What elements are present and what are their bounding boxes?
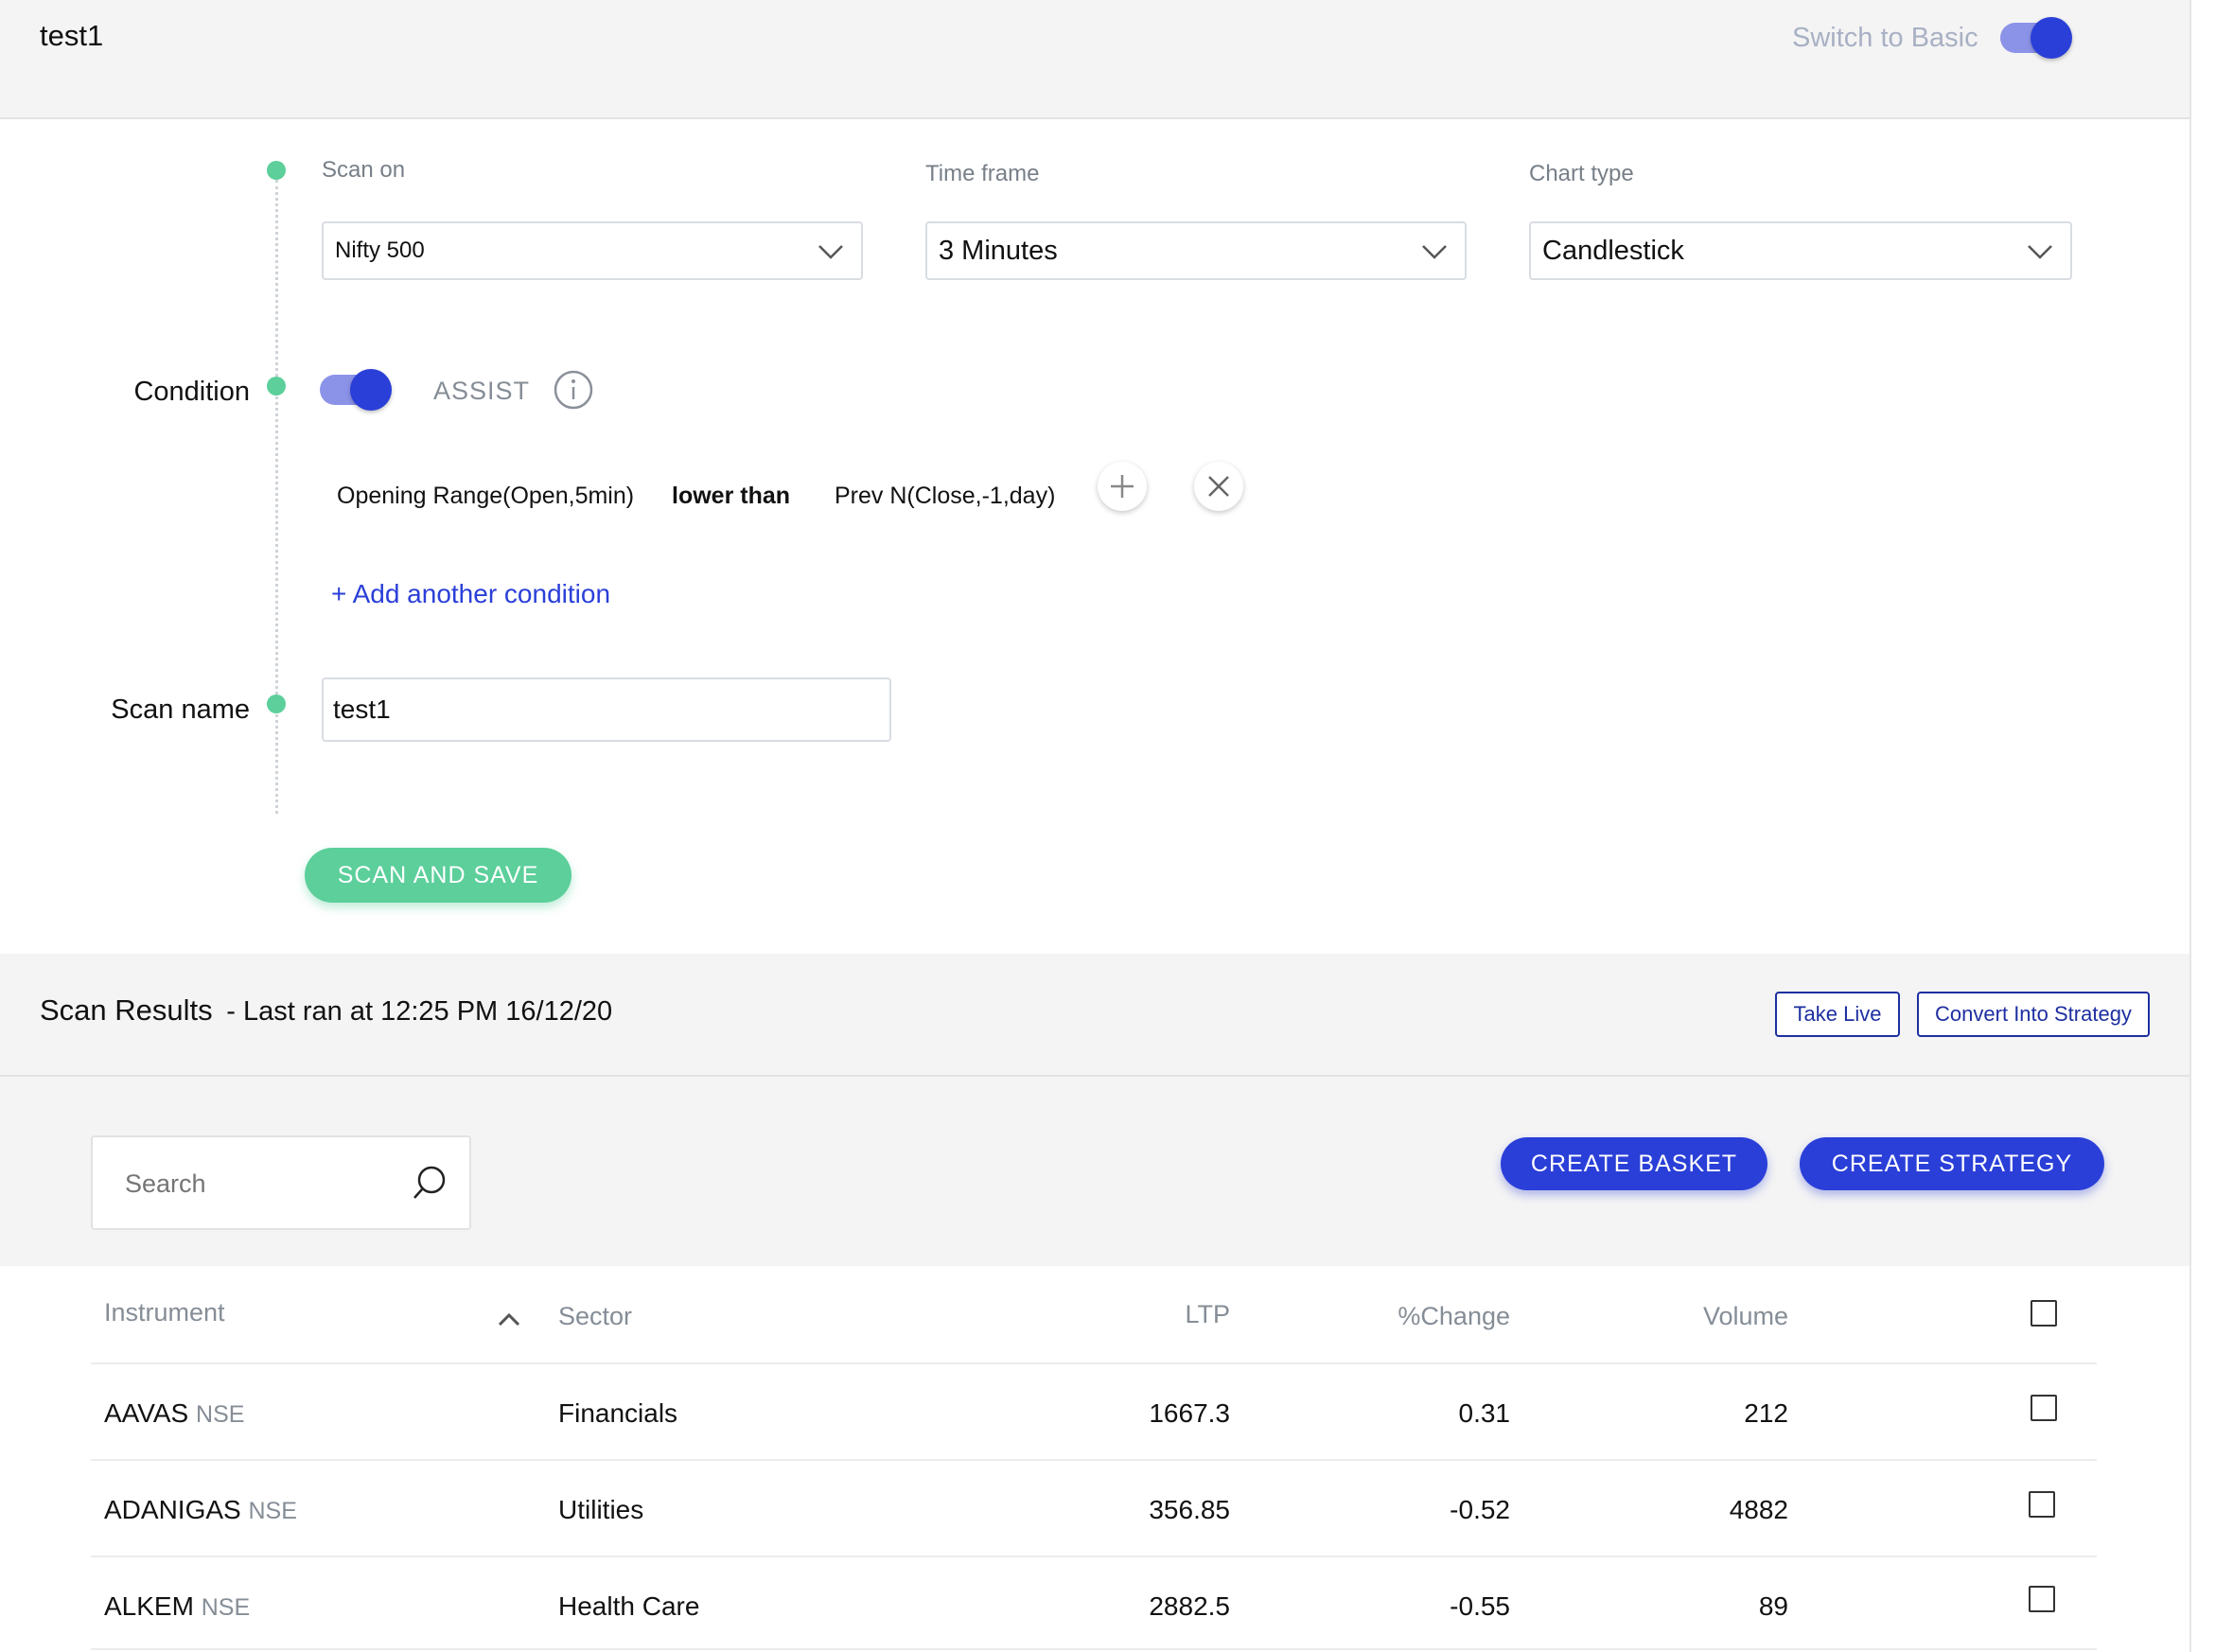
scan-results-title-text: Scan Results — [40, 993, 213, 1027]
remove-condition-button[interactable] — [1194, 462, 1243, 511]
instrument-exchange: NSE — [201, 1594, 251, 1621]
toggle-knob — [2031, 17, 2072, 59]
plus-icon — [1111, 475, 1134, 498]
column-header-ltp[interactable]: LTP — [1041, 1300, 1230, 1329]
condition-operator[interactable]: lower than — [672, 483, 790, 510]
assist-toggle[interactable] — [320, 369, 392, 411]
condition-label: Condition — [133, 377, 250, 407]
condition-left-operand[interactable]: Opening Range(Open,5min) — [337, 483, 634, 510]
table-row-instrument[interactable]: AAVAS NSE — [104, 1398, 244, 1429]
results-toolbar: CREATE BASKET CREATE STRATEGY — [0, 1077, 2189, 1266]
table-cell-change: -0.52 — [1450, 1495, 1510, 1524]
time-frame-label: Time frame — [925, 161, 1040, 186]
instrument-symbol: ADANIGAS — [104, 1495, 241, 1524]
column-header-volume[interactable]: Volume — [1599, 1302, 1788, 1331]
condition-right-operand[interactable]: Prev N(Close,-1,day) — [835, 483, 1055, 510]
row-divider — [91, 1459, 2097, 1461]
table-cell-change: 0.31 — [1458, 1398, 1511, 1428]
scan-name-input[interactable] — [322, 677, 891, 742]
add-another-condition-link[interactable]: + Add another condition — [331, 579, 610, 609]
toggle-knob — [350, 369, 392, 411]
table-cell-volume: 89 — [1758, 1591, 1788, 1621]
take-live-button[interactable]: Take Live — [1775, 992, 1900, 1037]
assist-label: ASSIST — [433, 377, 531, 405]
scan-on-label: Scan on — [322, 157, 406, 183]
last-ran-text: - Last ran at 12:25 PM 16/12/20 — [226, 996, 613, 1027]
search-icon[interactable] — [411, 1164, 448, 1202]
timeline-dot-condition — [267, 377, 286, 395]
row-checkbox[interactable] — [2029, 1491, 2055, 1518]
row-divider — [91, 1362, 2097, 1364]
scan-on-value: Nifty 500 — [335, 237, 425, 263]
page-header: test1 Switch to Basic — [0, 0, 2189, 119]
table-cell-ltp: 1667.3 — [1149, 1398, 1230, 1428]
chart-type-select[interactable]: Candlestick — [1529, 221, 2072, 280]
instrument-exchange: NSE — [248, 1498, 297, 1524]
table-cell-sector: Health Care — [558, 1591, 700, 1621]
search-box[interactable] — [91, 1135, 471, 1230]
table-cell-change: -0.55 — [1450, 1591, 1510, 1621]
column-header-instrument[interactable]: Instrument — [104, 1298, 225, 1327]
search-input[interactable] — [123, 1166, 411, 1202]
column-header-sector[interactable]: Sector — [558, 1302, 632, 1331]
close-icon — [1208, 476, 1229, 497]
column-header-change[interactable]: %Change — [1321, 1302, 1510, 1331]
time-frame-value: 3 Minutes — [939, 236, 1058, 266]
create-basket-button[interactable]: CREATE BASKET — [1501, 1137, 1767, 1190]
row-divider — [91, 1555, 2097, 1557]
scan-results-title: Scan Results - Last ran at 12:25 PM 16/1… — [40, 993, 612, 1028]
table-cell-sector: Financials — [558, 1398, 678, 1428]
page-title: test1 — [40, 19, 104, 52]
table-cell-volume: 4882 — [1729, 1495, 1788, 1524]
chevron-down-icon — [2028, 245, 2052, 259]
scan-and-save-button[interactable]: SCAN AND SAVE — [305, 848, 571, 903]
row-checkbox[interactable] — [2031, 1395, 2057, 1421]
time-frame-select[interactable]: 3 Minutes — [925, 221, 1467, 280]
instrument-exchange: NSE — [196, 1401, 245, 1428]
table-cell-sector: Utilities — [558, 1495, 644, 1524]
scan-on-select[interactable]: Nifty 500 — [322, 221, 863, 280]
create-strategy-button[interactable]: CREATE STRATEGY — [1800, 1137, 2104, 1190]
table-cell-ltp: 356.85 — [1149, 1495, 1230, 1524]
table-cell-volume: 212 — [1744, 1398, 1788, 1428]
switch-to-basic-toggle[interactable] — [2000, 17, 2072, 59]
table-row-instrument[interactable]: ALKEM NSE — [104, 1591, 250, 1622]
add-sub-condition-button[interactable] — [1098, 462, 1147, 511]
row-divider — [91, 1648, 2097, 1650]
chevron-down-icon — [1422, 245, 1447, 259]
chevron-down-icon — [818, 245, 843, 259]
table-row-instrument[interactable]: ADANIGAS NSE — [104, 1495, 297, 1525]
chart-type-label: Chart type — [1529, 161, 1634, 186]
timeline-dot-scan-on — [267, 161, 286, 180]
scan-name-label: Scan name — [111, 694, 250, 725]
table-cell-ltp: 2882.5 — [1149, 1591, 1230, 1621]
timeline-line — [275, 180, 278, 814]
select-all-checkbox[interactable] — [2031, 1300, 2057, 1327]
instrument-symbol: AAVAS — [104, 1398, 189, 1428]
chart-type-value: Candlestick — [1542, 236, 1684, 266]
chevron-up-icon[interactable] — [494, 1304, 524, 1334]
convert-into-strategy-button[interactable]: Convert Into Strategy — [1917, 992, 2150, 1037]
instrument-symbol: ALKEM — [104, 1591, 194, 1621]
switch-to-basic-label: Switch to Basic — [1792, 23, 1978, 53]
row-checkbox[interactable] — [2029, 1586, 2055, 1612]
info-icon[interactable] — [553, 369, 594, 411]
scan-results-header: Scan Results - Last ran at 12:25 PM 16/1… — [0, 954, 2189, 1077]
timeline-dot-scan-name — [267, 694, 286, 713]
scanner-panel: test1 Switch to Basic Scan on Nifty 500 … — [0, 0, 2191, 1652]
